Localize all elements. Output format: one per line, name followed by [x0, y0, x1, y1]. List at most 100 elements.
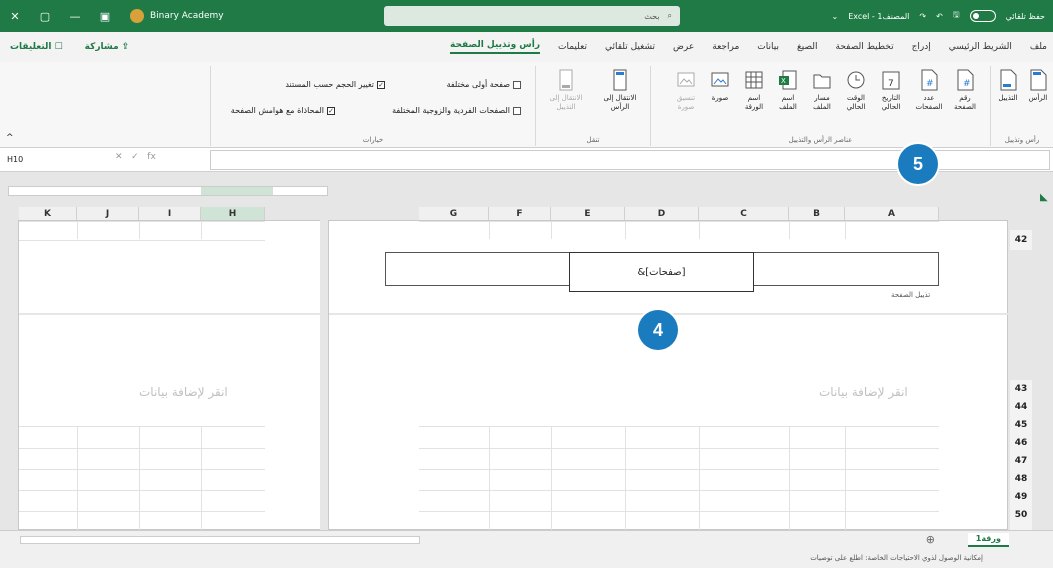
autosave-toggle[interactable]: [969, 10, 996, 22]
cell-strip[interactable]: [419, 221, 939, 239]
restore-icon[interactable]: ▢: [30, 0, 60, 32]
ribbon: الرأس التذييل رأس وتذييل # رقم الصفحة # …: [0, 62, 1053, 148]
horizontal-scrollbar[interactable]: [20, 536, 420, 544]
cell-grid-right[interactable]: [419, 426, 939, 531]
column-header[interactable]: D: [625, 207, 699, 220]
name-box[interactable]: H10: [4, 152, 94, 168]
footer-center-section[interactable]: &[صفحات]: [569, 252, 754, 292]
group-label-header-footer: رأس وتذييل: [1004, 136, 1040, 144]
row-header[interactable]: 50: [1010, 506, 1032, 524]
file-path-button[interactable]: مسار الملف: [807, 68, 837, 112]
avatar[interactable]: [130, 9, 144, 23]
cell-strip[interactable]: [19, 221, 265, 241]
align-with-margins-checkbox[interactable]: المحاذاة مع هوامش الصفحة: [231, 106, 335, 115]
row-header[interactable]: 49: [1010, 488, 1032, 506]
undo-icon[interactable]: ↶: [936, 12, 943, 21]
tab-file[interactable]: ملف: [1030, 42, 1047, 52]
column-header[interactable]: J: [77, 207, 139, 220]
goto-footer-button[interactable]: الانتقال إلى التذييل: [544, 68, 588, 112]
minimize-icon[interactable]: —: [60, 0, 90, 32]
format-picture-button[interactable]: تنسيق صورة: [671, 68, 701, 112]
search-input[interactable]: بحث ⌕: [384, 6, 680, 26]
account-name[interactable]: Binary Academy: [150, 11, 224, 21]
file-name-button[interactable]: X اسم الملف: [773, 68, 803, 112]
tab-automate[interactable]: تشغيل تلقائي: [605, 42, 655, 52]
row-header[interactable]: 43: [1010, 380, 1032, 398]
tab-review[interactable]: مراجعة: [712, 42, 739, 52]
goto-header-button[interactable]: الانتقال إلى الرأس: [598, 68, 642, 112]
close-icon[interactable]: ✕: [0, 0, 30, 32]
footer-label: تذييل الصفحة: [891, 291, 931, 299]
tab-insert[interactable]: إدراج: [912, 42, 931, 52]
column-header[interactable]: G: [419, 207, 489, 220]
select-all-icon[interactable]: ◣: [1040, 192, 1048, 203]
row-header[interactable]: 44: [1010, 398, 1032, 416]
click-to-add-data-right[interactable]: انقر لإضافة بيانات: [819, 385, 908, 399]
tab-header-footer[interactable]: رأس وتذييل الصفحة: [450, 40, 540, 54]
column-header[interactable]: C: [699, 207, 789, 220]
file-name-label: اسم الملف: [779, 94, 797, 111]
option-label: صفحة أولى مختلفة: [446, 80, 510, 89]
tab-home[interactable]: الشريط الرئيسي: [949, 42, 1012, 52]
gridline: [551, 222, 552, 239]
comments-button[interactable]: ☐ التعليقات: [10, 42, 63, 52]
save-icon[interactable]: 🖫: [953, 9, 960, 23]
row-header[interactable]: 48: [1010, 470, 1032, 488]
column-header[interactable]: B: [789, 207, 845, 220]
current-date-button[interactable]: 7 التاريخ الحالي: [875, 68, 907, 112]
gridline: [419, 511, 939, 512]
add-sheet-icon[interactable]: ⊕: [926, 533, 935, 546]
column-header[interactable]: I: [139, 207, 201, 220]
current-time-button[interactable]: الوقت الحالي: [841, 68, 871, 112]
page-layout-view: ◣ K J I H انقر لإضافة بيانات G F E D C B…: [0, 172, 1053, 531]
sheet-name-button[interactable]: اسم الورقة: [739, 68, 769, 112]
cancel-icon[interactable]: ✕: [115, 152, 123, 162]
gridline: [19, 448, 265, 449]
redo-icon[interactable]: ↷: [919, 12, 926, 21]
column-header[interactable]: A: [845, 207, 939, 220]
fx-icon[interactable]: fx: [147, 152, 156, 162]
goto-header-icon: [613, 69, 627, 91]
chevron-down-icon[interactable]: ⌄: [831, 12, 838, 21]
search-placeholder: بحث: [644, 11, 660, 21]
different-odd-even-checkbox[interactable]: الصفحات الفردية والزوجية المختلفة: [392, 106, 521, 115]
option-label: تغيير الحجم حسب المستند: [285, 80, 374, 89]
row-header[interactable]: 47: [1010, 452, 1032, 470]
page-number-button[interactable]: # رقم الصفحة: [949, 68, 981, 112]
accessibility-status[interactable]: إمكانية الوصول لذوي الاحتياجات الخاصة: ا…: [810, 554, 983, 562]
tab-view[interactable]: عرض: [673, 42, 694, 52]
tab-formulas[interactable]: الصيغ: [797, 42, 818, 52]
gridline: [139, 222, 140, 239]
collapse-ribbon-icon[interactable]: ^: [6, 133, 14, 143]
page-count-button[interactable]: # عدد الصفحات: [913, 68, 945, 112]
different-first-page-checkbox[interactable]: صفحة أولى مختلفة: [447, 80, 521, 89]
gridline: [77, 222, 78, 239]
column-header[interactable]: E: [551, 207, 625, 220]
clock-icon: [847, 71, 865, 89]
click-to-add-data-left[interactable]: انقر لإضافة بيانات: [139, 385, 228, 399]
share-button[interactable]: ⇪ مشاركة: [85, 42, 130, 52]
enter-icon[interactable]: ✓: [131, 152, 139, 162]
tab-data[interactable]: بيانات: [757, 42, 779, 52]
row-header[interactable]: 46: [1010, 434, 1032, 452]
row-header[interactable]: 45: [1010, 416, 1032, 434]
column-header[interactable]: K: [19, 207, 77, 220]
sheet-tab-1[interactable]: ورقة1: [967, 533, 1009, 547]
footer-button[interactable]: التذييل: [995, 68, 1021, 103]
scale-with-document-checkbox[interactable]: تغيير الحجم حسب المستند: [285, 80, 385, 89]
gridline: [419, 448, 939, 449]
checkbox-box: [513, 106, 521, 115]
footer-label: التذييل: [998, 94, 1018, 102]
ribbon-display-icon[interactable]: ▣: [90, 0, 120, 32]
current-date-label: التاريخ الحالي: [881, 94, 901, 111]
row-header[interactable]: 42: [1010, 230, 1032, 250]
header-button[interactable]: الرأس: [1025, 68, 1051, 103]
tab-page-layout[interactable]: تخطيط الصفحة: [836, 42, 894, 52]
cell-grid-left[interactable]: [19, 426, 265, 531]
tab-help[interactable]: تعليمات: [558, 42, 587, 52]
column-header[interactable]: F: [489, 207, 551, 220]
folder-icon: [813, 74, 831, 89]
gridline: [625, 427, 626, 531]
picture-button[interactable]: صورة: [705, 68, 735, 103]
column-header[interactable]: H: [201, 207, 265, 220]
